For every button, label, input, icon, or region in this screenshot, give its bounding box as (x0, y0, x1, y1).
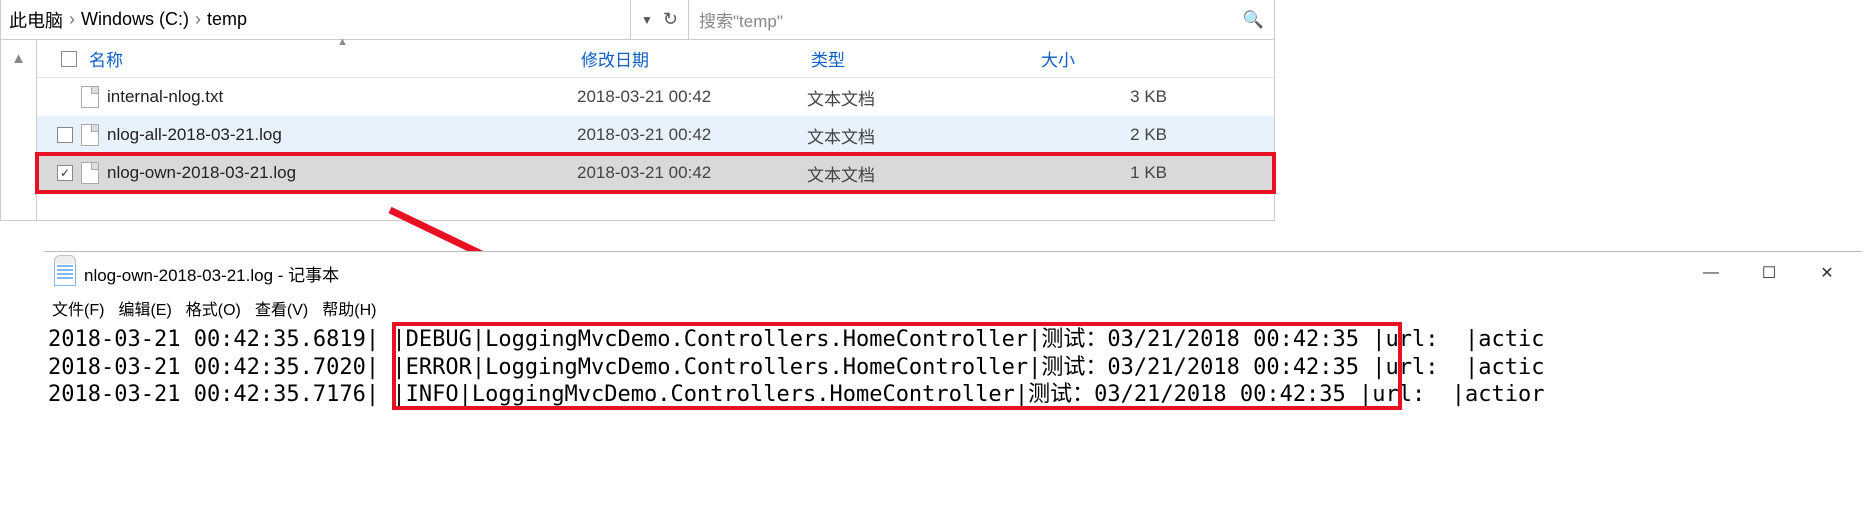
file-name: internal-nlog.txt (107, 87, 223, 107)
menu-item[interactable]: 帮助(H) (322, 296, 376, 320)
file-modified: 2018-03-21 00:42 (577, 125, 807, 145)
column-headers: 名称 ▲ 修改日期 类型 大小 (37, 40, 1274, 78)
file-size: 3 KB (1037, 87, 1197, 107)
file-name-cell: ✓ nlog-own-2018-03-21.log (57, 162, 577, 184)
col-type-label: 类型 (811, 46, 845, 71)
file-name: nlog-all-2018-03-21.log (107, 125, 282, 145)
file-icon (81, 162, 99, 184)
refresh-icon[interactable]: ↻ (663, 9, 678, 30)
file-type: 文本文档 (807, 161, 1037, 186)
file-icon (81, 124, 99, 146)
breadcrumb-buttons: ▼ ↻ (631, 0, 689, 39)
search-placeholder: 搜索"temp" (699, 7, 783, 32)
col-size-label: 大小 (1041, 46, 1075, 71)
file-modified: 2018-03-21 00:42 (577, 163, 807, 183)
col-name[interactable]: 名称 ▲ (57, 46, 577, 71)
search-icon[interactable]: 🔍 (1243, 10, 1264, 30)
file-row[interactable]: internal-nlog.txt 2018-03-21 00:42文本文档3 K… (37, 78, 1274, 116)
close-button[interactable]: ✕ (1798, 255, 1856, 291)
menu-bar: 文件(F) 编辑(E) 格式(O) 查看(V) 帮助(H) (44, 294, 1862, 326)
menu-item[interactable]: 格式(O) (186, 296, 241, 320)
menu-item[interactable]: 编辑(E) (118, 296, 171, 320)
file-size: 2 KB (1037, 125, 1197, 145)
notepad-icon (54, 260, 76, 286)
notepad-window: nlog-own-2018-03-21.log - 记事本 — ☐ ✕ 文件(F… (44, 251, 1862, 415)
file-modified: 2018-03-21 00:42 (577, 87, 807, 107)
chevron-right-icon[interactable]: › (69, 9, 75, 30)
editor-content[interactable]: 2018-03-21 00:42:35.6819| |DEBUG|Logging… (44, 326, 1862, 415)
menu-item[interactable]: 文件(F) (52, 296, 104, 320)
explorer-window: 此电脑 › Windows (C:) › temp ▼ ↻ 搜索"temp" 🔍 ▲ 名… (0, 0, 1275, 221)
file-name-cell: nlog-all-2018-03-21.log (57, 124, 577, 146)
history-dropdown-icon[interactable]: ▼ (641, 13, 653, 27)
row-checkbox[interactable] (57, 127, 73, 143)
address-bar: 此电脑 › Windows (C:) › temp ▼ ↻ 搜索"temp" 🔍 (1, 0, 1274, 40)
breadcrumb-seg[interactable]: temp (207, 9, 247, 30)
breadcrumb-seg[interactable]: Windows (C:) (81, 9, 189, 30)
search-box[interactable]: 搜索"temp" 🔍 (689, 0, 1274, 39)
col-modified[interactable]: 修改日期 (577, 46, 807, 71)
file-name: nlog-own-2018-03-21.log (107, 163, 296, 183)
maximize-button[interactable]: ☐ (1740, 255, 1798, 291)
col-name-label: 名称 (89, 46, 123, 71)
titlebar[interactable]: nlog-own-2018-03-21.log - 记事本 — ☐ ✕ (44, 252, 1862, 294)
col-size[interactable]: 大小 (1037, 46, 1197, 71)
menu-item[interactable]: 查看(V) (255, 296, 308, 320)
file-row[interactable]: nlog-all-2018-03-21.log 2018-03-21 00:42文… (37, 116, 1274, 154)
window-title: nlog-own-2018-03-21.log - 记事本 (84, 261, 339, 286)
row-checkbox[interactable]: ✓ (57, 165, 73, 181)
file-name-cell: internal-nlog.txt (57, 86, 577, 108)
breadcrumb[interactable]: 此电脑 › Windows (C:) › temp (1, 0, 631, 39)
sort-caret-icon: ▲ (337, 36, 348, 48)
col-modified-label: 修改日期 (581, 46, 649, 71)
file-icon (81, 86, 99, 108)
file-type: 文本文档 (807, 85, 1037, 110)
chevron-right-icon[interactable]: › (195, 9, 201, 30)
file-row[interactable]: ✓ nlog-own-2018-03-21.log 2018-03-21 00:42… (37, 154, 1274, 192)
breadcrumb-seg[interactable]: 此电脑 (9, 7, 63, 33)
col-type[interactable]: 类型 (807, 46, 1037, 71)
file-size: 1 KB (1037, 163, 1197, 183)
minimize-button[interactable]: — (1682, 255, 1740, 291)
select-all-checkbox[interactable] (61, 51, 77, 67)
scroll-up-icon[interactable]: ▲ (1, 40, 37, 220)
file-list: 名称 ▲ 修改日期 类型 大小 internal-nlog.txt 2018-03… (37, 40, 1274, 220)
file-type: 文本文档 (807, 123, 1037, 148)
